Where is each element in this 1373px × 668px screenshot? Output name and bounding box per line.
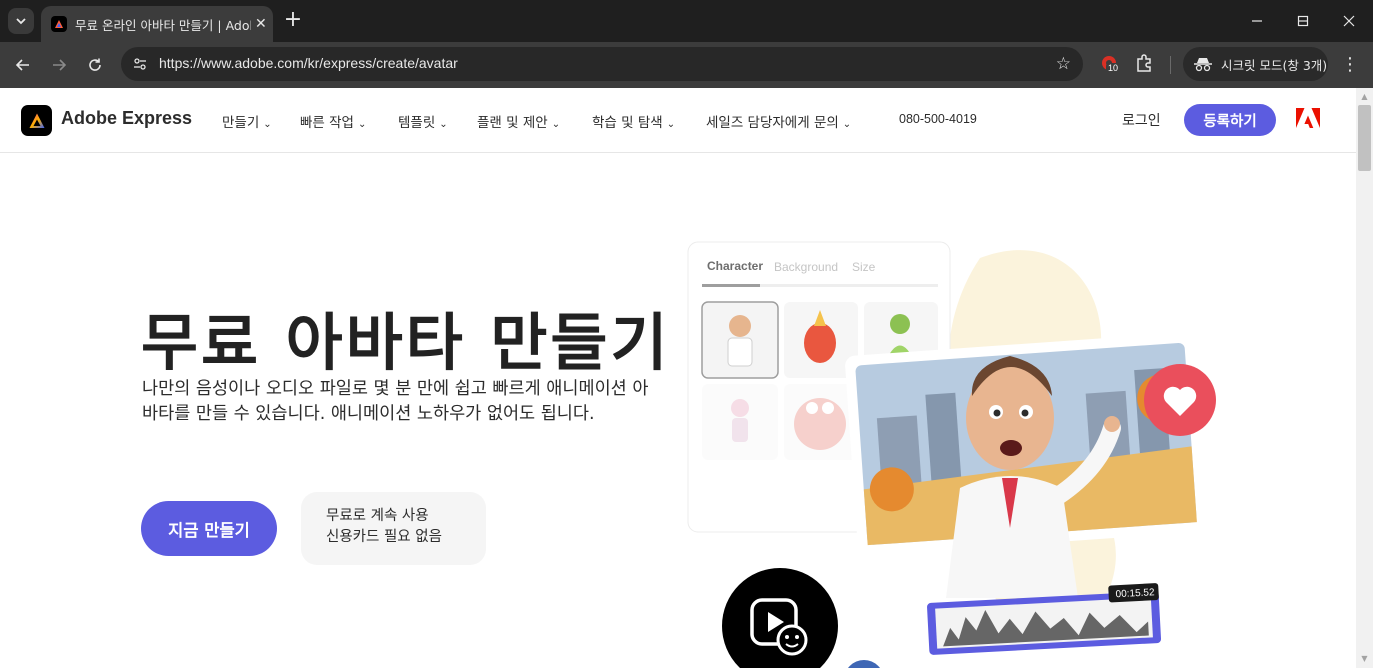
panel-tab-character: Character bbox=[707, 259, 763, 273]
new-tab-icon[interactable]: + bbox=[282, 9, 304, 32]
close-icon bbox=[1343, 15, 1355, 27]
hero-title: 무료 아바타 만들기 bbox=[141, 306, 671, 379]
nav-templates[interactable]: 템플릿 ⌄ bbox=[398, 111, 448, 131]
nav-label: 세일즈 담당자에게 문의 bbox=[706, 115, 839, 131]
extensions-puzzle-icon[interactable] bbox=[1134, 53, 1158, 77]
chevron-down-icon: ⌄ bbox=[842, 119, 852, 130]
login-link[interactable]: 로그인 bbox=[1122, 110, 1161, 130]
waveform-timecode: 00:15.52 bbox=[1115, 587, 1155, 600]
tab-close-icon[interactable]: ✕ bbox=[255, 16, 267, 32]
scroll-thumb[interactable] bbox=[1358, 105, 1371, 171]
browser-toolbar: https://www.adobe.com/kr/express/create/… bbox=[0, 42, 1373, 88]
back-button[interactable] bbox=[9, 51, 37, 79]
free-note-line: 신용카드 필요 없음 bbox=[326, 529, 442, 545]
scroll-up-icon[interactable]: ▲ bbox=[1360, 92, 1369, 101]
close-window-button[interactable] bbox=[1326, 8, 1372, 34]
chevron-down-icon bbox=[16, 18, 26, 25]
nav-label: 빠른 작업 bbox=[300, 115, 354, 131]
page-scrollbar[interactable]: ▲ ▼ bbox=[1356, 88, 1373, 668]
nav-quick-actions[interactable]: 빠른 작업 ⌄ bbox=[300, 111, 366, 131]
avatar-illustration: Character Background Size 00:15.52 bbox=[687, 241, 1216, 668]
extension-badge-count: 10 bbox=[1106, 63, 1121, 73]
create-now-button[interactable]: 지금 만들기 bbox=[141, 501, 277, 556]
bookmark-star-icon[interactable]: ☆ bbox=[1056, 54, 1071, 74]
nav-label: 만들기 bbox=[222, 115, 260, 131]
forward-button[interactable] bbox=[45, 51, 73, 79]
panel-tab-background: Background bbox=[774, 260, 838, 274]
toolbar-separator bbox=[1170, 56, 1171, 74]
adobe-logo-icon[interactable] bbox=[1296, 108, 1320, 130]
maximize-button[interactable] bbox=[1280, 8, 1326, 34]
chevron-down-icon: ⌄ bbox=[666, 119, 676, 130]
browser-tab-bar: 무료 온라인 아바타 만들기 | Adobe Express ✕ + bbox=[0, 0, 1373, 42]
maximize-icon bbox=[1297, 15, 1309, 27]
menu-kebab-icon[interactable]: ⋮ bbox=[1340, 52, 1360, 78]
hero-description: 나만의 음성이나 오디오 파일로 몇 분 만에 쉽고 빠르게 애니메이션 아바타… bbox=[142, 379, 649, 424]
phone-number[interactable]: 080-500-4019 bbox=[899, 112, 977, 126]
tab-title: 무료 온라인 아바타 만들기 | Adobe Express bbox=[75, 17, 251, 33]
free-note-line: 무료로 계속 사용 bbox=[326, 508, 429, 524]
nav-plans[interactable]: 플랜 및 제안 ⌄ bbox=[477, 111, 560, 131]
minimize-button[interactable] bbox=[1234, 8, 1280, 34]
nav-contact-sales[interactable]: 세일즈 담당자에게 문의 ⌄ bbox=[706, 111, 851, 131]
url-text[interactable]: https://www.adobe.com/kr/express/create/… bbox=[159, 55, 458, 71]
chevron-down-icon: ⌄ bbox=[263, 119, 272, 130]
nav-label: 템플릿 bbox=[398, 115, 436, 131]
avatar-app-icon bbox=[722, 568, 838, 668]
active-tab[interactable]: 무료 온라인 아바타 만들기 | Adobe Express ✕ bbox=[41, 6, 273, 42]
incognito-icon bbox=[1194, 58, 1212, 72]
adobe-express-logo-icon[interactable] bbox=[21, 105, 52, 136]
nav-label: 학습 및 탐색 bbox=[592, 115, 663, 131]
chevron-down-icon: ⌄ bbox=[357, 119, 367, 130]
nav-label: 플랜 및 제안 bbox=[477, 115, 548, 131]
nav-create[interactable]: 만들기 ⌄ bbox=[222, 111, 272, 131]
reload-button[interactable] bbox=[81, 51, 109, 79]
extension-icon[interactable]: 10 bbox=[1100, 54, 1122, 76]
free-note: 무료로 계속 사용 신용카드 필요 없음 bbox=[301, 492, 486, 565]
arrow-left-icon bbox=[15, 59, 29, 71]
site-info-icon[interactable] bbox=[129, 53, 151, 75]
panel-tab-size: Size bbox=[852, 260, 876, 274]
site-header: Adobe Express 만들기 ⌄ 빠른 작업 ⌄ 템플릿 ⌄ 플랜 및 제안 ⌄ … bbox=[0, 88, 1356, 153]
chevron-down-icon: ⌄ bbox=[439, 119, 448, 130]
tab-search-button[interactable] bbox=[8, 8, 34, 34]
nav-learn[interactable]: 학습 및 탐색 ⌄ bbox=[592, 111, 675, 131]
arrow-right-icon bbox=[53, 59, 67, 71]
minimize-icon bbox=[1252, 20, 1262, 22]
thumbs-up-icon bbox=[848, 660, 880, 668]
incognito-label: 시크릿 모드(창 3개) bbox=[1221, 57, 1328, 73]
chevron-down-icon: ⌄ bbox=[551, 119, 561, 130]
brand-name[interactable]: Adobe Express bbox=[61, 108, 192, 129]
scroll-down-icon[interactable]: ▼ bbox=[1360, 654, 1369, 663]
reload-icon bbox=[89, 58, 101, 71]
web-page: Adobe Express 만들기 ⌄ 빠른 작업 ⌄ 템플릿 ⌄ 플랜 및 제안 ⌄ … bbox=[0, 88, 1356, 668]
incognito-indicator[interactable]: 시크릿 모드(창 3개) bbox=[1183, 47, 1328, 81]
adobe-express-favicon-icon bbox=[51, 16, 67, 32]
signup-button[interactable]: 등록하기 bbox=[1184, 104, 1276, 136]
address-bar[interactable]: https://www.adobe.com/kr/express/create/… bbox=[121, 47, 1083, 81]
